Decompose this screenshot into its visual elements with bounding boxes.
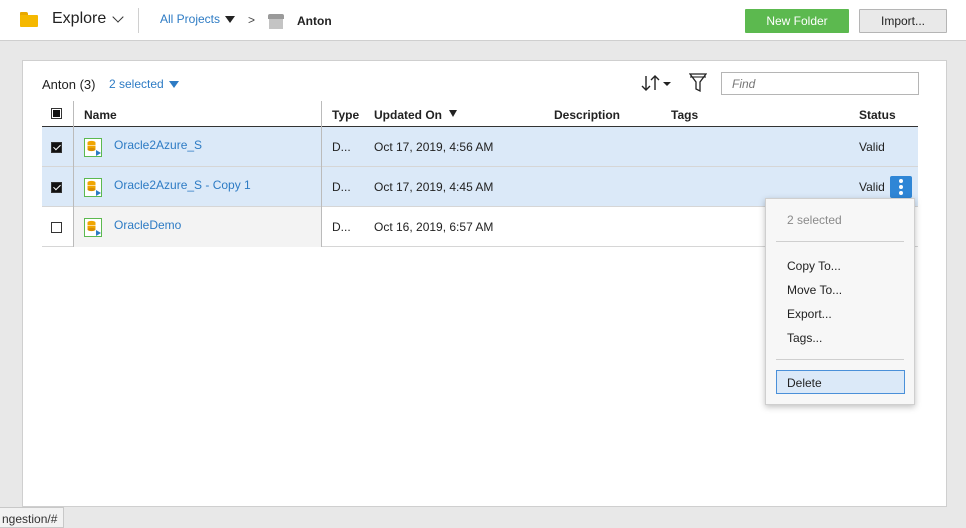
asset-status: Valid	[859, 140, 885, 154]
menu-selection-count: 2 selected	[787, 213, 842, 227]
column-type[interactable]: Type	[332, 108, 359, 122]
row-actions-button[interactable]	[890, 176, 912, 198]
row-checkbox[interactable]	[51, 222, 62, 233]
menu-item-copy-to[interactable]: Copy To...	[787, 259, 841, 273]
column-description[interactable]: Description	[554, 108, 620, 122]
asset-name-link[interactable]: Oracle2Azure_S - Copy 1	[114, 178, 251, 192]
new-folder-button[interactable]: New Folder	[745, 9, 849, 33]
asset-type: D...	[332, 140, 351, 154]
table-row[interactable]: Oracle2Azure_S D... Oct 17, 2019, 4:56 A…	[42, 127, 918, 167]
menu-item-delete[interactable]: Delete	[776, 370, 905, 394]
chevron-down-icon	[112, 10, 124, 23]
mapping-task-icon	[84, 178, 102, 197]
dot-icon	[899, 185, 903, 189]
caret-down-icon[interactable]	[225, 16, 235, 23]
caret-down-icon	[168, 80, 179, 88]
column-tags[interactable]: Tags	[671, 108, 698, 122]
select-all-checkbox[interactable]	[51, 108, 62, 119]
row-checkbox[interactable]	[51, 142, 62, 153]
folder-icon	[20, 11, 38, 27]
top-bar: Explore All Projects > Anton New Folder …	[0, 0, 966, 41]
row-context-menu: 2 selected Copy To... Move To... Export.…	[765, 198, 915, 405]
asset-updated: Oct 17, 2019, 4:45 AM	[374, 180, 494, 194]
column-status[interactable]: Status	[859, 108, 896, 122]
status-bar-url: ngestion/#	[0, 507, 65, 528]
breadcrumb-all-projects[interactable]: All Projects	[160, 12, 220, 26]
import-button[interactable]: Import...	[859, 9, 947, 33]
row-checkbox[interactable]	[51, 182, 62, 193]
asset-updated: Oct 16, 2019, 6:57 AM	[374, 220, 494, 234]
column-name[interactable]: Name	[84, 108, 117, 122]
explore-label: Explore	[52, 10, 107, 27]
page-title: Anton (3)	[42, 77, 96, 92]
menu-item-move-to[interactable]: Move To...	[787, 283, 842, 297]
sort-desc-icon	[449, 110, 457, 117]
selection-count: 2 selected	[109, 77, 164, 91]
menu-item-tags[interactable]: Tags...	[787, 331, 822, 345]
dot-icon	[899, 179, 903, 183]
divider	[776, 359, 904, 360]
divider	[776, 241, 904, 242]
menu-item-export[interactable]: Export...	[787, 307, 832, 321]
column-updated[interactable]: Updated On	[374, 108, 442, 122]
asset-status: Valid	[859, 180, 885, 194]
breadcrumb-separator: >	[248, 13, 256, 27]
breadcrumb-project: Anton	[297, 14, 332, 28]
filter-icon[interactable]	[689, 72, 707, 94]
divider	[138, 8, 139, 33]
dot-icon	[899, 191, 903, 195]
mapping-task-icon	[84, 138, 102, 157]
asset-name-link[interactable]: OracleDemo	[114, 218, 181, 232]
project-icon	[268, 14, 284, 29]
selection-dropdown[interactable]: 2 selected	[109, 77, 179, 91]
sort-icon[interactable]	[641, 74, 673, 92]
mapping-task-icon	[84, 218, 102, 237]
asset-type: D...	[332, 180, 351, 194]
asset-name-link[interactable]: Oracle2Azure_S	[114, 138, 202, 152]
asset-type: D...	[332, 220, 351, 234]
explore-menu[interactable]: Explore	[20, 10, 124, 28]
find-input[interactable]	[721, 72, 919, 95]
asset-updated: Oct 17, 2019, 4:56 AM	[374, 140, 494, 154]
table-header: Name Type Updated On Description Tags St…	[42, 101, 918, 127]
